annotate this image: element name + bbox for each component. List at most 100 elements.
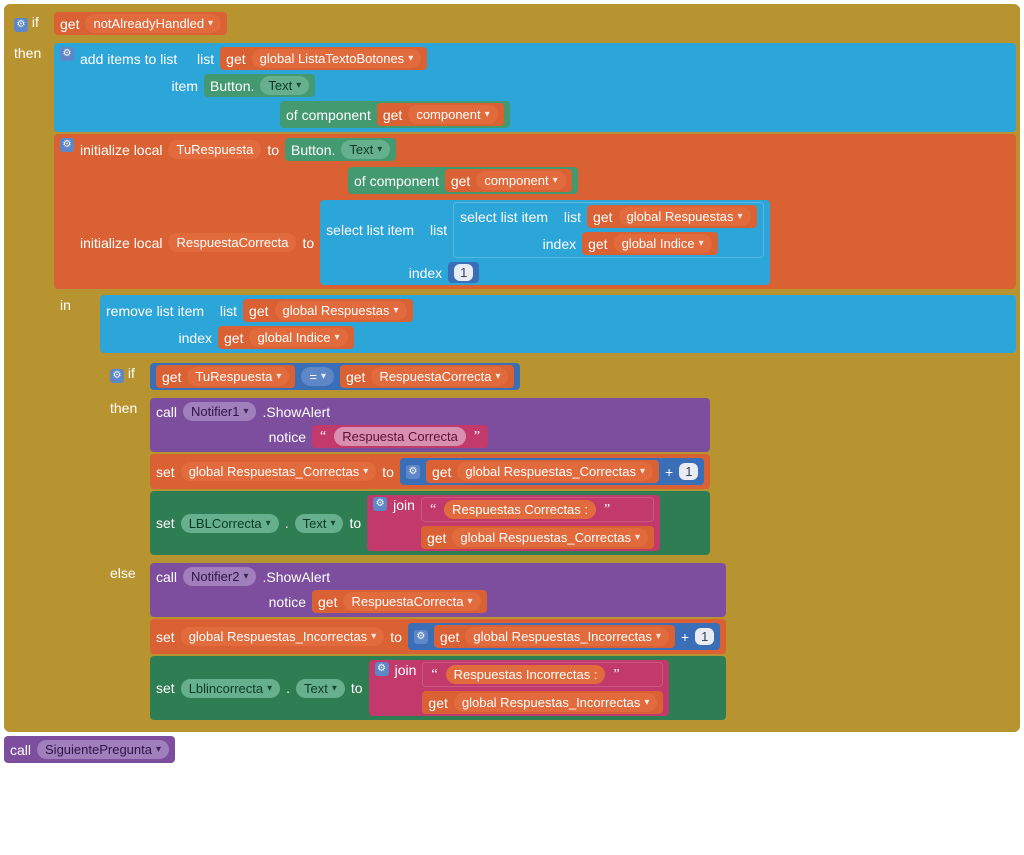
set-lblincorrecta-text[interactable]: set Lblincorrecta . Text to ⚙ join [150, 656, 726, 720]
var-notAlreadyHandled[interactable]: notAlreadyHandled [85, 14, 221, 33]
get-global-incorrectas[interactable]: get global Respuestas_Incorrectas [434, 625, 675, 648]
var-component[interactable]: component [408, 105, 497, 124]
set-global-correctas[interactable]: set global Respuestas_Correctas to ⚙ get… [150, 454, 710, 489]
var-global-incorrectas[interactable]: global Respuestas_Incorrectas [181, 627, 385, 646]
call-siguiente-pregunta[interactable]: call SiguientePregunta [4, 736, 175, 763]
text-prop[interactable]: Text [296, 679, 345, 698]
text-prop[interactable]: Text [260, 76, 309, 95]
var-respCorrecta[interactable]: RespuestaCorrecta [343, 592, 480, 611]
var-global-respuestas[interactable]: global Respuestas [619, 207, 751, 226]
call-keyword: call [156, 569, 177, 585]
call-keyword: call [156, 404, 177, 420]
get-respuestaCorrecta[interactable]: get RespuestaCorrecta [340, 365, 515, 388]
get-keyword: get [432, 464, 451, 480]
equals-op[interactable]: = [301, 367, 334, 386]
get-global-correctas[interactable]: get global Respuestas_Correctas [426, 460, 659, 483]
gear-icon[interactable]: ⚙ [414, 630, 428, 644]
join-incorrectas[interactable]: ⚙ join “ Respuestas Incorrectas : ” [369, 660, 670, 716]
var-global-correctas[interactable]: global Respuestas_Correctas [452, 528, 648, 547]
join-correctas[interactable]: ⚙ join “ Respuestas Correctas : ” [367, 495, 660, 551]
gear-icon[interactable]: ⚙ [60, 138, 74, 152]
remove-list-item-block[interactable]: remove list item list get global Respues… [100, 295, 1016, 353]
list-label: list [430, 222, 447, 238]
var-global-indice[interactable]: global Indice [249, 328, 347, 347]
plus-op: + [665, 464, 673, 480]
num-value: 1 [679, 463, 698, 480]
select-list-item-inner[interactable]: select list item list get global Respues… [453, 202, 763, 258]
get-global-respuestas2[interactable]: get global Respuestas [243, 299, 412, 322]
get-global-incorrectas2[interactable]: get global Respuestas_Incorrectas [422, 691, 663, 714]
string-respuesta-correcta[interactable]: “ Respuesta Correcta ” [312, 425, 488, 448]
math-add-correctas[interactable]: ⚙ get global Respuestas_Correctas + 1 [400, 458, 704, 485]
get-notAlreadyHandled[interactable]: get notAlreadyHandled [54, 12, 227, 35]
get-keyword: get [249, 303, 268, 319]
get-keyword: get [593, 209, 612, 225]
equals-test[interactable]: get TuRespuesta = get RespuestaCorrecta [150, 363, 520, 390]
siguiente-pregunta-dd[interactable]: SiguientePregunta [37, 740, 169, 759]
notifier2-dd[interactable]: Notifier2 [183, 567, 256, 586]
init-local-block[interactable]: ⚙ initialize local TuRespuesta to Button… [54, 134, 1016, 289]
call-notifier1[interactable]: call Notifier1 .ShowAlert notice “ [150, 398, 710, 452]
lblcorrecta-dd[interactable]: LBLCorrecta [181, 514, 279, 533]
select-list-item-outer[interactable]: select list item list select list item l… [320, 200, 769, 285]
get-tuRespuesta[interactable]: get TuRespuesta [156, 365, 295, 388]
var-global-correctas[interactable]: global Respuestas_Correctas [181, 462, 377, 481]
set-global-incorrectas[interactable]: set global Respuestas_Incorrectas to ⚙ g… [150, 619, 726, 654]
gear-icon[interactable]: ⚙ [373, 497, 387, 511]
var-global-incorrectas[interactable]: global Respuestas_Incorrectas [454, 693, 658, 712]
call-notifier2[interactable]: call Notifier2 .ShowAlert notice get [150, 563, 726, 617]
button-label: Button. [210, 78, 254, 94]
get-listaTextoBotones[interactable]: get global ListaTextoBotones [220, 47, 427, 70]
var-global-indice[interactable]: global Indice [614, 234, 712, 253]
text-prop[interactable]: Text [341, 140, 390, 159]
get-component2[interactable]: get component [445, 169, 572, 192]
string-respuestas-correctas[interactable]: “ Respuestas Correctas : ” [421, 497, 654, 522]
set-keyword: set [156, 464, 175, 480]
var-respCorrecta[interactable]: RespuestaCorrecta [371, 367, 508, 386]
get-global-indice2[interactable]: get global Indice [218, 326, 354, 349]
of-component-row: of component get component [280, 101, 510, 128]
get-global-correctas2[interactable]: get global Respuestas_Correctas [421, 526, 654, 549]
var-global-incorrectas[interactable]: global Respuestas_Incorrectas [465, 627, 669, 646]
item-label: item [80, 78, 198, 94]
var-tuRespuesta-decl[interactable]: TuRespuesta [168, 140, 261, 159]
add-items-block[interactable]: ⚙ add items to list list get global List… [54, 43, 1016, 132]
button-text-generic[interactable]: Button. Text [204, 74, 315, 97]
var-global-correctas[interactable]: global Respuestas_Correctas [457, 462, 653, 481]
number-one[interactable]: 1 [448, 262, 479, 283]
get-keyword: get [588, 236, 607, 252]
get-global-indice[interactable]: get global Indice [582, 232, 718, 255]
plus-op: + [681, 629, 689, 645]
var-listaTextoBotones[interactable]: global ListaTextoBotones [252, 49, 422, 68]
get-respuestaCorrecta2[interactable]: get RespuestaCorrecta [312, 590, 487, 613]
gear-icon[interactable]: ⚙ [375, 662, 389, 676]
then-keyword: then [104, 396, 150, 420]
var-global-respuestas[interactable]: global Respuestas [275, 301, 407, 320]
of-component-label: of component [286, 107, 371, 123]
list-label: list [564, 209, 581, 225]
var-respCorrecta-decl[interactable]: RespuestaCorrecta [168, 233, 296, 252]
lblincorrecta-dd[interactable]: Lblincorrecta [181, 679, 280, 698]
get-keyword: get [224, 330, 243, 346]
get-keyword: get [60, 16, 79, 32]
set-lblcorrecta-text[interactable]: set LBLCorrecta . Text to ⚙ join [150, 491, 710, 555]
math-add-incorrectas[interactable]: ⚙ get global Respuestas_Incorrectas + 1 [408, 623, 720, 650]
gear-icon[interactable]: ⚙ [60, 47, 74, 61]
gear-icon[interactable]: ⚙ [110, 369, 124, 383]
gear-icon[interactable]: ⚙ [14, 18, 28, 32]
text-literal: Respuestas Correctas : [444, 500, 596, 519]
remove-list-label: remove list item [106, 303, 204, 319]
list-label: list [220, 303, 237, 319]
get-component[interactable]: get component [377, 103, 504, 126]
text-prop[interactable]: Text [295, 514, 344, 533]
to-keyword: to [382, 464, 394, 480]
button-text-tuRespuesta[interactable]: Button. Text [285, 138, 396, 161]
get-global-respuestas[interactable]: get global Respuestas [587, 205, 756, 228]
var-tuRespuesta[interactable]: TuRespuesta [187, 367, 289, 386]
var-component[interactable]: component [476, 171, 565, 190]
notice-label: notice [156, 429, 306, 445]
gear-icon[interactable]: ⚙ [406, 465, 420, 479]
string-respuestas-incorrectas[interactable]: “ Respuestas Incorrectas : ” [422, 662, 663, 687]
notifier1-dd[interactable]: Notifier1 [183, 402, 256, 421]
to-keyword: to [390, 629, 402, 645]
